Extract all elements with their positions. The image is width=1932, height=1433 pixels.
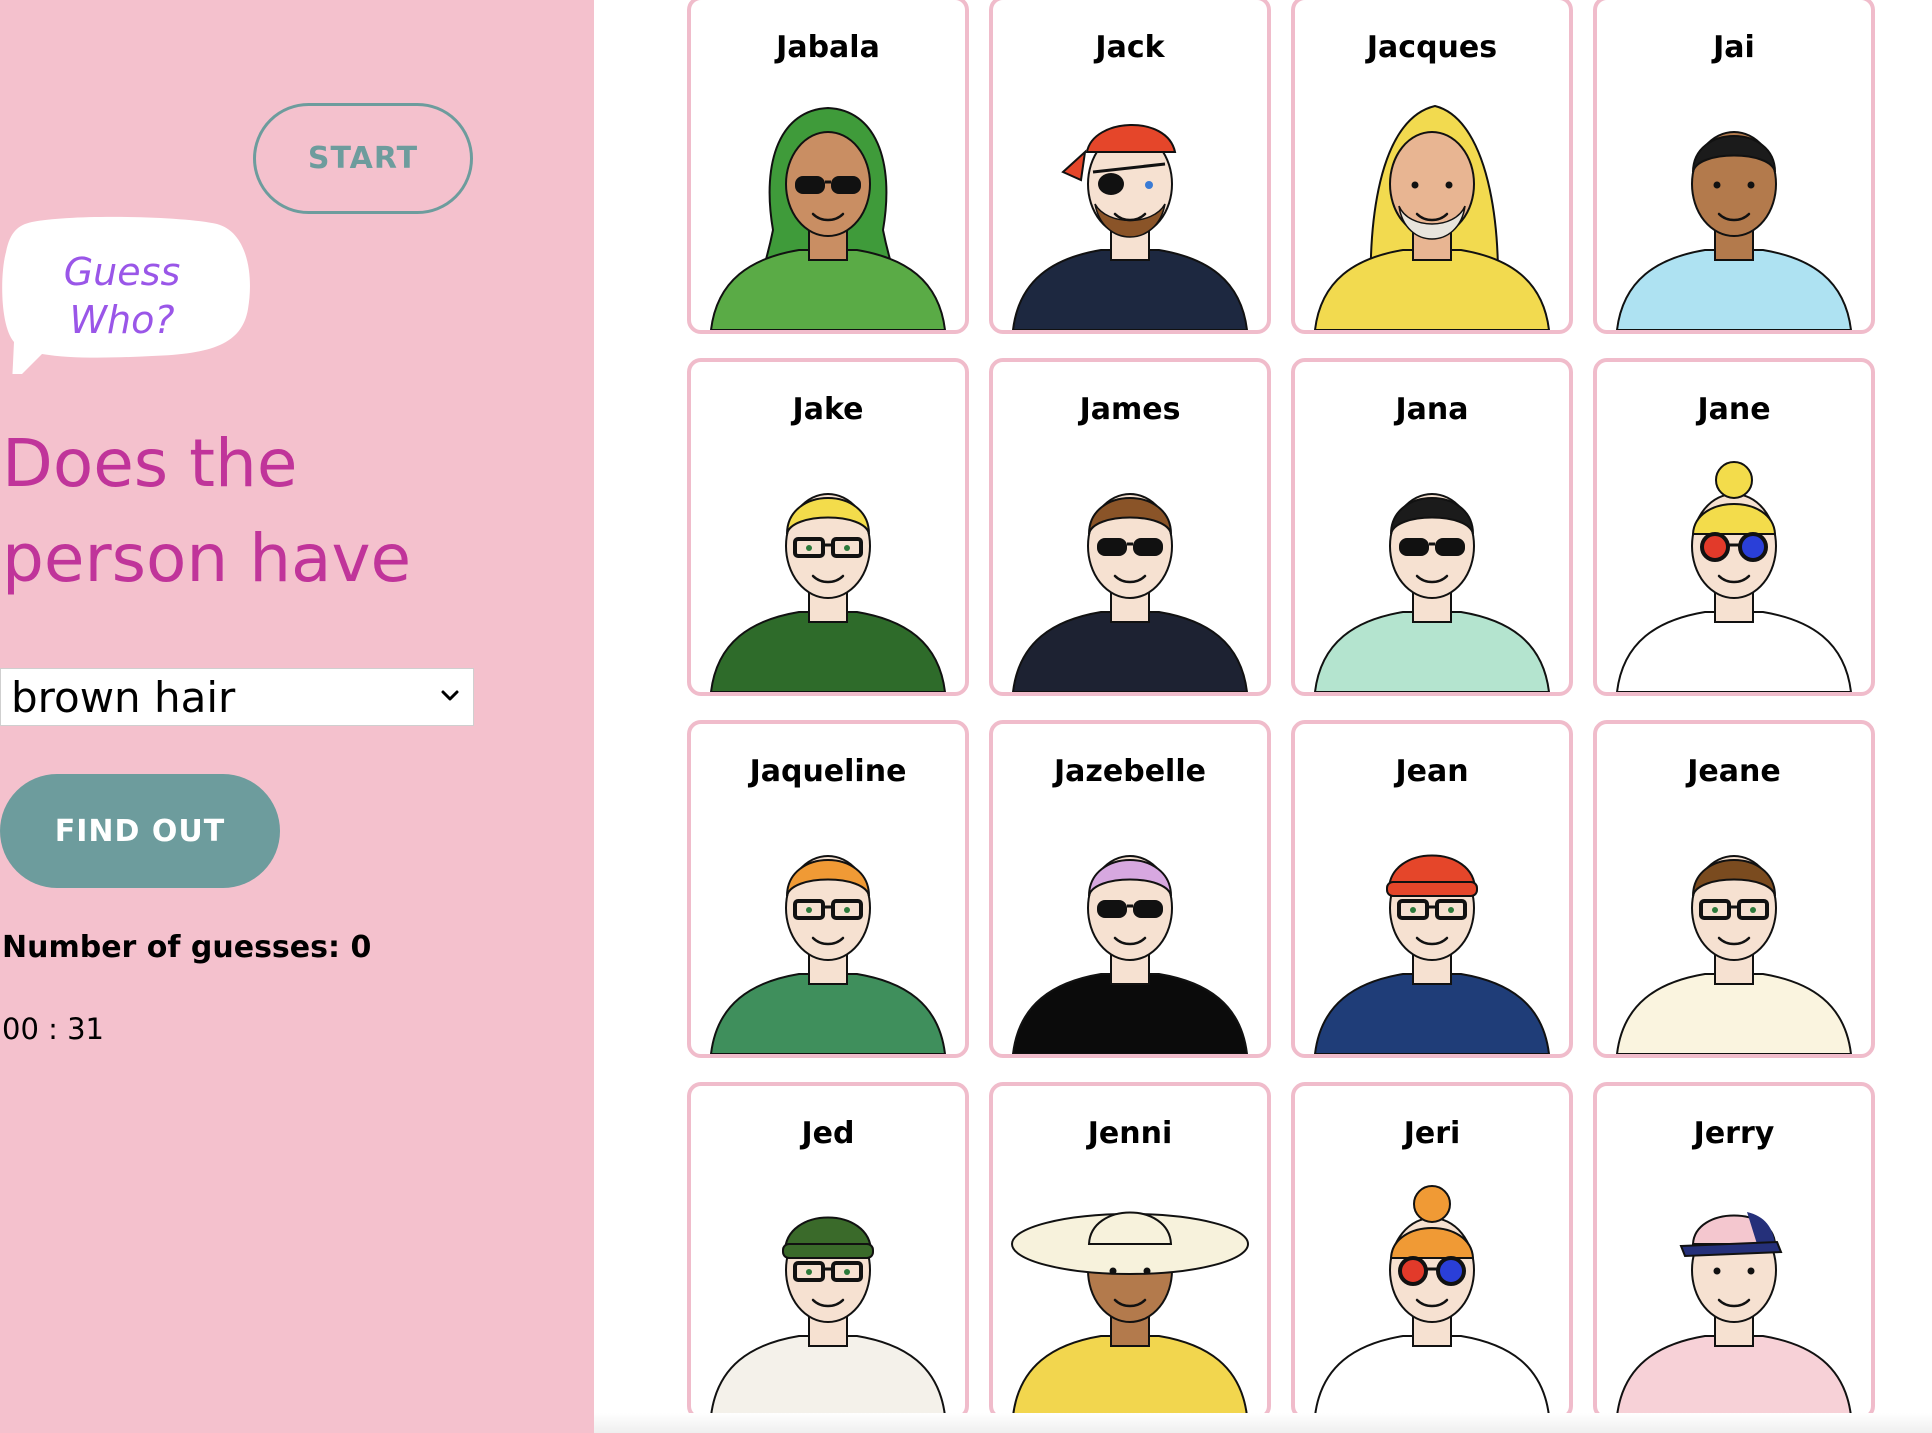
character-name: Jacques <box>1366 30 1498 65</box>
guess-counter-value: 0 <box>350 930 372 965</box>
character-portrait-icon <box>1011 855 1249 1054</box>
character-card[interactable]: Jean <box>1291 720 1573 1058</box>
character-card[interactable]: Jazebelle <box>989 720 1271 1058</box>
chevron-down-icon <box>441 690 459 701</box>
character-portrait-icon <box>709 493 947 692</box>
speech-bubble: Guess Who? <box>2 214 252 374</box>
character-card[interactable]: Jeri <box>1291 1082 1573 1420</box>
character-name: Jean <box>1395 754 1469 789</box>
control-sidebar: START Guess Who? Does the person have br… <box>0 0 594 1433</box>
character-name: Jeane <box>1687 754 1781 789</box>
character-board: Jabala Jack Jacques Jai Jake James Jana Jane Jaq… <box>594 0 1932 1433</box>
character-card[interactable]: Jeane <box>1593 720 1875 1058</box>
character-portrait-icon <box>1011 493 1249 692</box>
character-name: Jaqueline <box>749 754 907 789</box>
character-portrait-icon <box>1313 854 1551 1054</box>
character-card[interactable]: James <box>989 358 1271 696</box>
character-card[interactable]: Jenni <box>989 1082 1271 1420</box>
character-name: Jane <box>1697 392 1771 427</box>
character-name: Jenni <box>1087 1116 1173 1151</box>
character-name: Jabala <box>776 30 880 65</box>
character-name: James <box>1079 392 1181 427</box>
question-line-2: person have <box>2 520 412 597</box>
character-card[interactable]: Jabala <box>687 0 969 334</box>
character-portrait-icon <box>1615 461 1853 692</box>
character-card[interactable]: Jane <box>1593 358 1875 696</box>
character-name: Jai <box>1713 30 1755 65</box>
character-portrait-icon <box>1011 124 1249 330</box>
character-card[interactable]: Jacques <box>1291 0 1573 334</box>
character-card[interactable]: Jana <box>1291 358 1573 696</box>
bubble-text: Guess Who? <box>2 248 242 344</box>
start-button[interactable]: START <box>253 103 473 214</box>
character-name: Jack <box>1095 30 1165 65</box>
character-portrait-icon <box>709 1216 947 1416</box>
character-portrait-icon <box>1615 1212 1853 1416</box>
character-portrait-icon <box>1313 1185 1551 1416</box>
question-line-1: Does the <box>2 425 298 502</box>
guess-counter: Number of guesses: 0 <box>2 930 371 965</box>
character-portrait-icon <box>709 106 947 330</box>
character-card[interactable]: Jerry <box>1593 1082 1875 1420</box>
bubble-line-1: Guess <box>63 250 181 294</box>
character-name: Jana <box>1395 392 1469 427</box>
character-portrait-icon <box>1615 131 1853 330</box>
attribute-select[interactable]: brown hair <box>0 668 474 726</box>
character-card[interactable]: Jack <box>989 0 1271 334</box>
character-card[interactable]: Jai <box>1593 0 1875 334</box>
character-card[interactable]: Jake <box>687 358 969 696</box>
bubble-line-2: Who? <box>69 298 175 342</box>
character-name: Jake <box>792 392 864 427</box>
guess-counter-label: Number of guesses: <box>2 930 340 965</box>
character-portrait-icon <box>1011 1211 1249 1416</box>
attribute-select-value: brown hair <box>11 673 236 722</box>
character-portrait-icon <box>1313 493 1551 692</box>
find-out-button[interactable]: FIND OUT <box>0 774 280 888</box>
question-heading: Does the person have <box>2 416 562 606</box>
character-card[interactable]: Jaqueline <box>687 720 969 1058</box>
character-portrait-icon <box>1615 855 1853 1054</box>
character-name: Jed <box>801 1116 855 1151</box>
character-card[interactable]: Jed <box>687 1082 969 1420</box>
character-name: Jerry <box>1693 1116 1775 1151</box>
character-name: Jeri <box>1403 1116 1461 1151</box>
character-portrait-icon <box>709 855 947 1054</box>
board-bottom-edge <box>594 1413 1932 1433</box>
character-name: Jazebelle <box>1054 754 1206 789</box>
timer: 00 : 31 <box>2 1012 105 1046</box>
character-portrait-icon <box>1313 104 1551 330</box>
